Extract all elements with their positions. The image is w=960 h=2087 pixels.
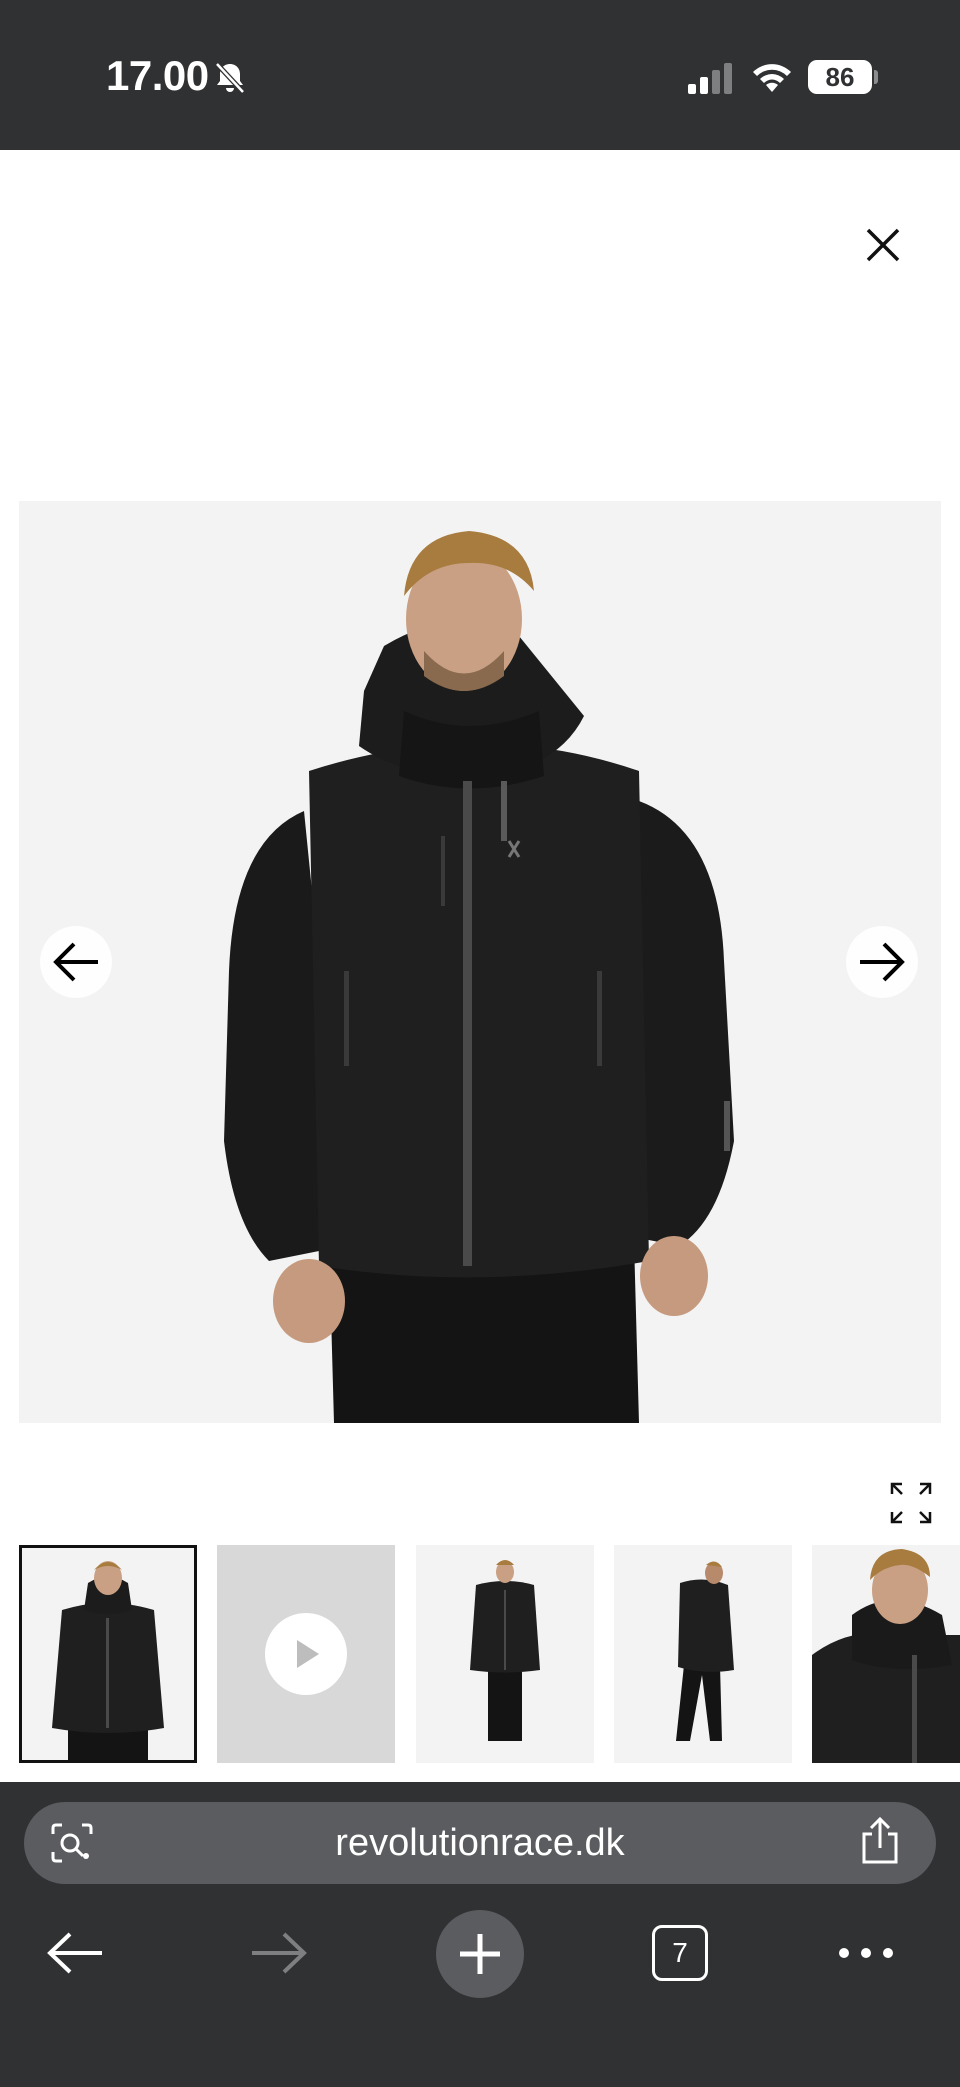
new-tab-button[interactable] xyxy=(436,1910,524,1998)
play-icon xyxy=(265,1613,347,1695)
arrow-left-icon xyxy=(53,942,98,982)
main-product-image[interactable] xyxy=(19,501,941,1423)
more-icon[interactable] xyxy=(836,1940,896,1966)
thumbnail-full-body-back xyxy=(676,1561,734,1741)
thumbnail-video[interactable] xyxy=(217,1545,395,1763)
share-icon[interactable] xyxy=(858,1816,902,1866)
address-bar[interactable]: revolutionrace.dk xyxy=(24,1802,936,1884)
jacket-model-photo xyxy=(224,531,734,1423)
cellular-signal-icon xyxy=(688,63,732,94)
battery-icon: 86 xyxy=(808,60,872,94)
thumbnail-strip xyxy=(19,1545,960,1763)
status-time: 17.00 xyxy=(106,52,209,99)
thumbnail-4[interactable] xyxy=(614,1545,792,1763)
url-text[interactable]: revolutionrace.dk xyxy=(24,1802,936,1884)
forward-arrow-icon xyxy=(252,1932,307,1974)
status-bar: 17.00 86 xyxy=(0,0,960,150)
thumbnail-full-body-front xyxy=(470,1560,540,1741)
arrow-right-icon xyxy=(860,942,905,982)
previous-image-button[interactable] xyxy=(40,926,112,998)
camera-search-icon[interactable] xyxy=(50,1822,94,1864)
bell-slash-icon xyxy=(215,62,245,94)
battery-tip xyxy=(874,70,878,84)
close-icon[interactable] xyxy=(858,220,908,270)
wifi-icon xyxy=(753,64,791,92)
plus-icon xyxy=(460,1934,500,1974)
thumbnail-3[interactable] xyxy=(416,1545,594,1763)
tabs-icon[interactable]: 7 xyxy=(652,1925,708,1981)
thumbnail-5[interactable] xyxy=(812,1545,960,1763)
fullscreen-icon[interactable] xyxy=(888,1480,934,1526)
back-arrow-icon[interactable] xyxy=(44,1928,108,1978)
thumbnail-closeup xyxy=(812,1549,960,1763)
next-image-button[interactable] xyxy=(846,926,918,998)
thumbnail-jacket-front xyxy=(52,1561,164,1760)
thumbnail-1[interactable] xyxy=(19,1545,197,1763)
